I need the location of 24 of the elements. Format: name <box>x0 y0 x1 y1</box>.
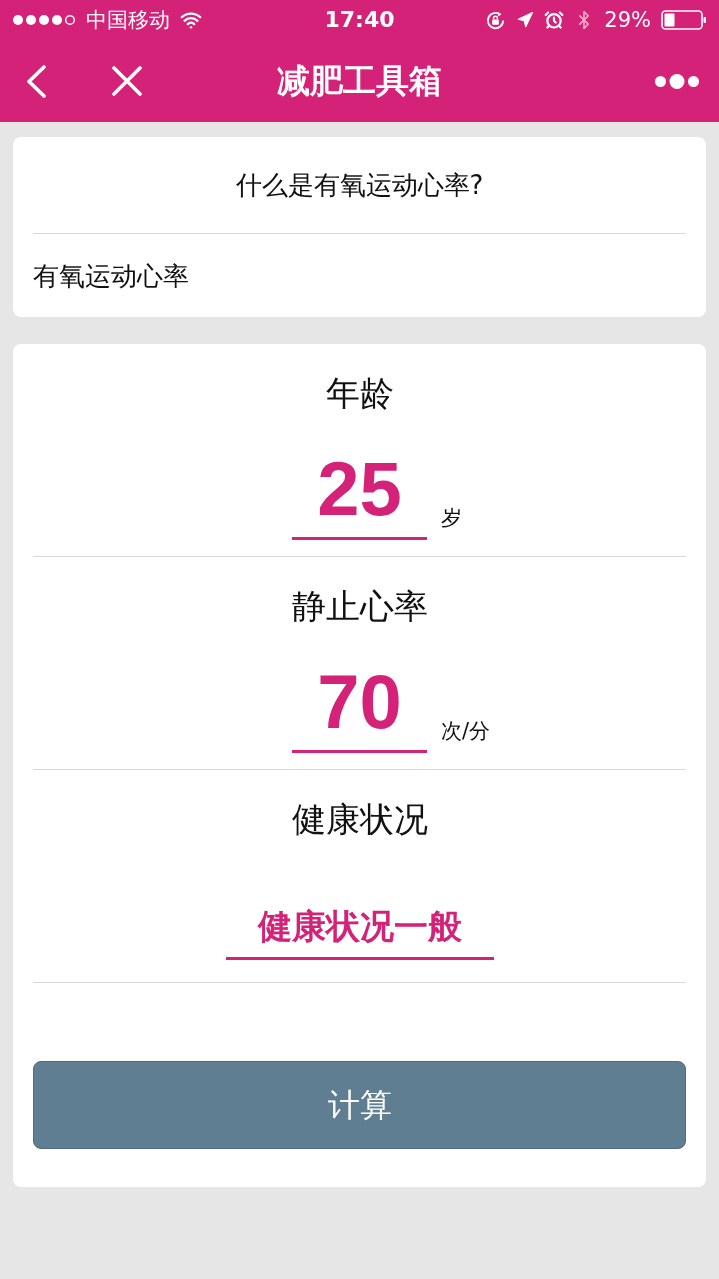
wifi-icon <box>180 9 202 31</box>
article-link[interactable]: 有氧运动心率 <box>33 259 189 292</box>
close-icon <box>112 66 142 96</box>
field-label: 静止心率 <box>291 585 428 627</box>
page-title: 减肥工具箱 <box>277 61 442 101</box>
question-title: 什么是有氧运动心率? <box>235 169 484 201</box>
battery-percent: 29% <box>604 7 651 33</box>
battery-icon <box>661 10 707 30</box>
unit-label: 次/分 <box>441 718 491 744</box>
back-icon <box>25 64 47 98</box>
unit-label: 岁 <box>441 505 462 531</box>
more-icon <box>655 73 699 89</box>
alarm-clock-icon <box>544 10 565 30</box>
field-label: 健康状况 <box>291 798 428 840</box>
field-label: 年龄 <box>325 372 394 414</box>
calculate-button[interactable]: 计算 <box>33 1061 686 1149</box>
location-arrow-icon <box>516 11 535 29</box>
health-select[interactable]: 健康状况一般 <box>225 890 494 960</box>
status-time: 17:40 <box>324 7 395 33</box>
number-input[interactable]: 70 <box>292 667 427 753</box>
rotation-lock-icon <box>485 9 507 31</box>
number-input[interactable]: 25 <box>292 454 427 540</box>
carrier-name: 中国移动 <box>86 7 170 33</box>
signal-dots-icon <box>12 14 78 26</box>
